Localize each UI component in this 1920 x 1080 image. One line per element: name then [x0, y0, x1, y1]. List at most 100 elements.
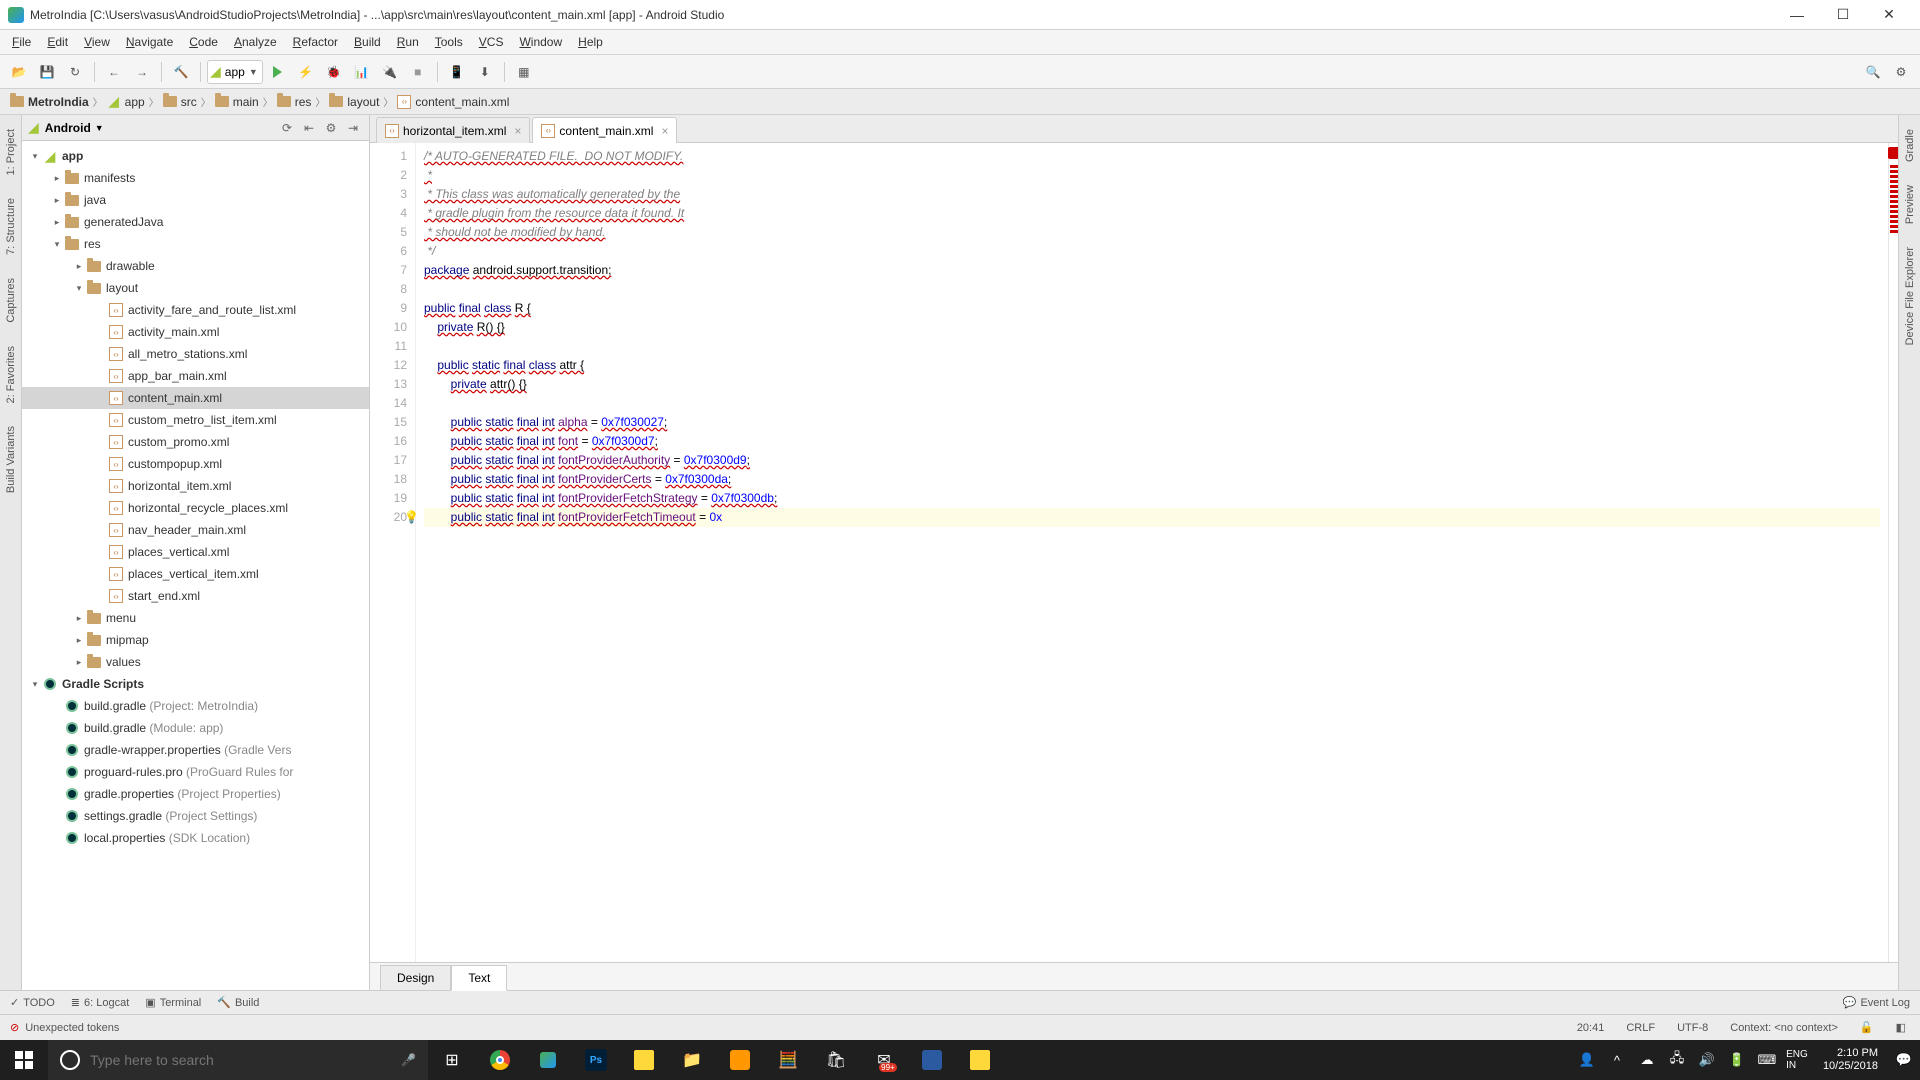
tree-item[interactable]: ▸generatedJava	[22, 211, 369, 233]
read-only-toggle[interactable]: 🔓	[1856, 1021, 1878, 1034]
file-explorer-app-icon[interactable]: 📁	[668, 1040, 716, 1080]
maximize-button[interactable]: ☐	[1820, 0, 1866, 30]
photoshop-app-icon[interactable]: Ps	[572, 1040, 620, 1080]
breadcrumb-item[interactable]: main	[211, 93, 263, 111]
error-mark[interactable]	[1890, 220, 1898, 223]
breadcrumb-item[interactable]: ‹›content_main.xml	[393, 93, 513, 111]
tool-window-button[interactable]: Captures	[5, 274, 17, 327]
onedrive-icon[interactable]: ☁	[1635, 1040, 1659, 1080]
attach-debugger-button[interactable]: 🔌	[377, 59, 403, 85]
context[interactable]: Context: <no context>	[1726, 1022, 1842, 1034]
save-all-button[interactable]: 💾	[34, 59, 60, 85]
tree-item[interactable]: ‹›activity_fare_and_route_list.xml	[22, 299, 369, 321]
app-icon[interactable]	[908, 1040, 956, 1080]
tool-window-button[interactable]: Device File Explorer	[1904, 243, 1916, 349]
tree-item[interactable]: ‹›all_metro_stations.xml	[22, 343, 369, 365]
make-project-button[interactable]: 🔨	[168, 59, 194, 85]
tree-item[interactable]: ‹›custompopup.xml	[22, 453, 369, 475]
search-everywhere-button[interactable]: 🔍	[1860, 59, 1886, 85]
stop-button[interactable]: ■	[405, 59, 431, 85]
refresh-button[interactable]: ⟳	[277, 118, 297, 138]
menu-code[interactable]: Code	[181, 32, 226, 52]
menu-edit[interactable]: Edit	[39, 32, 76, 52]
tree-item[interactable]: ‹›custom_promo.xml	[22, 431, 369, 453]
tool-window-button[interactable]: 2: Favorites	[5, 342, 17, 407]
microphone-icon[interactable]: 🎤	[401, 1053, 416, 1067]
error-mark[interactable]	[1890, 175, 1898, 178]
run-button[interactable]	[265, 59, 291, 85]
minimize-button[interactable]: —	[1774, 0, 1820, 30]
menu-vcs[interactable]: VCS	[471, 32, 512, 52]
hide-panel-button[interactable]: ⇥	[343, 118, 363, 138]
collapse-all-button[interactable]: ⇤	[299, 118, 319, 138]
error-mark[interactable]	[1890, 190, 1898, 193]
error-mark[interactable]	[1890, 230, 1898, 233]
layout-inspector-button[interactable]: ▦	[511, 59, 537, 85]
memory-indicator[interactable]: ◧	[1892, 1021, 1910, 1034]
error-mark[interactable]	[1890, 225, 1898, 228]
caret-position[interactable]: 20:41	[1573, 1022, 1609, 1034]
apply-changes-button[interactable]: ⚡	[293, 59, 319, 85]
tree-item[interactable]: proguard-rules.pro (ProGuard Rules for	[22, 761, 369, 783]
tree-item[interactable]: ‹›content_main.xml	[22, 387, 369, 409]
menu-run[interactable]: Run	[389, 32, 427, 52]
close-tab-icon[interactable]: ×	[661, 124, 668, 138]
editor-tab[interactable]: ‹›horizontal_item.xml×	[376, 117, 530, 143]
file-encoding[interactable]: UTF-8	[1673, 1022, 1712, 1034]
tree-item[interactable]: ‹›places_vertical.xml	[22, 541, 369, 563]
project-tree[interactable]: ▾◢app▸manifests▸java▸generatedJava▾res▸d…	[22, 141, 369, 990]
tool-window-tab[interactable]: ▣Terminal	[145, 996, 201, 1009]
editor-tab[interactable]: ‹›content_main.xml×	[532, 117, 677, 143]
editor-code[interactable]: /* AUTO-GENERATED FILE. DO NOT MODIFY. *…	[416, 143, 1888, 962]
language-indicator[interactable]: ENGIN	[1785, 1040, 1809, 1080]
tree-item[interactable]: ▾◢app	[22, 145, 369, 167]
panel-options-button[interactable]: ⚙	[321, 118, 341, 138]
tree-item[interactable]: gradle-wrapper.properties (Gradle Vers	[22, 739, 369, 761]
tool-window-button[interactable]: 1: Project	[5, 125, 17, 179]
line-ending[interactable]: CRLF	[1622, 1022, 1659, 1034]
tree-item[interactable]: gradle.properties (Project Properties)	[22, 783, 369, 805]
menu-analyze[interactable]: Analyze	[226, 32, 285, 52]
mail-app-icon[interactable]: ✉99+	[860, 1040, 908, 1080]
tool-window-button[interactable]: 7: Structure	[5, 194, 17, 259]
android-studio-app-icon[interactable]	[524, 1040, 572, 1080]
taskbar-clock[interactable]: 2:10 PM 10/25/2018	[1815, 1047, 1886, 1073]
menu-refactor[interactable]: Refactor	[285, 32, 346, 52]
breadcrumb-item[interactable]: ◢app	[103, 93, 149, 111]
tree-item[interactable]: local.properties (SDK Location)	[22, 827, 369, 849]
task-view-button[interactable]: ⊞	[428, 1040, 476, 1080]
tree-item[interactable]: ▾res	[22, 233, 369, 255]
taskbar-search[interactable]: 🎤	[48, 1040, 428, 1080]
error-mark[interactable]	[1890, 215, 1898, 218]
tree-item[interactable]: ‹›custom_metro_list_item.xml	[22, 409, 369, 431]
menu-file[interactable]: File	[4, 32, 39, 52]
tool-window-button[interactable]: Preview	[1904, 181, 1916, 228]
error-mark[interactable]	[1890, 165, 1898, 168]
menu-build[interactable]: Build	[346, 32, 389, 52]
sdk-manager-button[interactable]: ⬇	[472, 59, 498, 85]
tree-item[interactable]: ‹›horizontal_recycle_places.xml	[22, 497, 369, 519]
tree-item[interactable]: ‹›start_end.xml	[22, 585, 369, 607]
calculator-app-icon[interactable]: 🧮	[764, 1040, 812, 1080]
sync-button[interactable]: ↻	[62, 59, 88, 85]
editor-error-stripe[interactable]	[1888, 143, 1898, 962]
undo-button[interactable]: ←	[101, 59, 127, 85]
debug-button[interactable]: 🐞	[321, 59, 347, 85]
notifications-icon[interactable]: 💬	[1892, 1040, 1916, 1080]
chrome-app-icon[interactable]	[476, 1040, 524, 1080]
app-icon[interactable]	[956, 1040, 1004, 1080]
menu-navigate[interactable]: Navigate	[118, 32, 181, 52]
tree-item[interactable]: ‹›horizontal_item.xml	[22, 475, 369, 497]
settings-button[interactable]: ⚙	[1888, 59, 1914, 85]
error-mark[interactable]	[1890, 200, 1898, 203]
redo-button[interactable]: →	[129, 59, 155, 85]
project-view-dropdown[interactable]: Android ▼	[45, 121, 104, 135]
tree-item[interactable]: ▸values	[22, 651, 369, 673]
breadcrumb-item[interactable]: src	[159, 93, 201, 111]
tree-item[interactable]: ▸manifests	[22, 167, 369, 189]
avd-manager-button[interactable]: 📱	[444, 59, 470, 85]
tree-item[interactable]: ‹›app_bar_main.xml	[22, 365, 369, 387]
tool-window-button[interactable]: Gradle	[1904, 125, 1916, 166]
tool-window-button[interactable]: Build Variants	[5, 422, 17, 497]
tool-window-tab[interactable]: 🔨Build	[217, 996, 259, 1009]
